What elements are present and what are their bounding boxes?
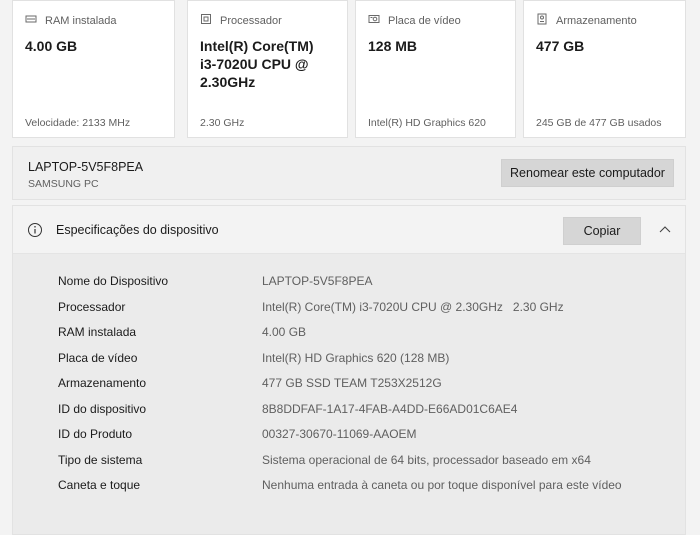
- card-subtext: Intel(R) HD Graphics 620: [368, 117, 486, 129]
- card-value-line: Intel(R) Core(TM): [200, 38, 314, 54]
- storage-card: Armazenamento 477 GB 245 GB de 477 GB us…: [523, 0, 686, 138]
- copy-button[interactable]: Copiar: [563, 217, 641, 245]
- spec-key: RAM instalada: [58, 325, 137, 339]
- spec-value: Sistema operacional de 64 bits, processa…: [262, 452, 591, 467]
- card-subtext: 245 GB de 477 GB usados: [536, 117, 662, 129]
- graphics-card: Placa de vídeo 128 MB Intel(R) HD Graphi…: [355, 0, 516, 138]
- spec-value: Intel(R) HD Graphics 620 (128 MB): [262, 350, 450, 365]
- processor-card: Processador Intel(R) Core(TM) i3-7020U C…: [187, 0, 348, 138]
- spec-value: 477 GB SSD TEAM T253X2512G: [262, 376, 442, 390]
- spec-key: Caneta e toque: [58, 478, 141, 492]
- info-icon: [27, 222, 43, 238]
- card-value-line: 4.00 GB: [25, 38, 78, 54]
- card-subtext: 2.30 GHz: [200, 117, 245, 129]
- ram-icon: [25, 13, 37, 28]
- card-label: Placa de vídeo: [388, 14, 461, 27]
- spec-value: 8B8DDFAF-1A17-4FAB-A4DD-E66AD01C6AE4: [262, 401, 518, 416]
- spec-key: ID do Produto: [58, 427, 133, 441]
- card-value-line: 477 GB: [536, 38, 585, 54]
- computer-name: LAPTOP-5V5F8PEA: [28, 160, 144, 174]
- storage-icon: [536, 13, 548, 28]
- graphics-card-icon: [368, 13, 380, 28]
- card-label: Processador: [220, 14, 282, 27]
- card-value-line: 2.30GHz: [200, 74, 256, 90]
- card-label: Armazenamento: [556, 14, 637, 27]
- card-value: 4.00 GB: [25, 37, 77, 55]
- computer-name-bar: LAPTOP-5V5F8PEA SAMSUNG PC Renomear este…: [12, 146, 686, 200]
- spec-key: Tipo de sistema: [58, 452, 143, 467]
- chevron-up-icon[interactable]: [658, 223, 672, 235]
- processor-icon: [200, 13, 212, 28]
- spec-value: 4.00 GB: [262, 325, 307, 339]
- spec-key: Nome do Dispositivo: [58, 274, 169, 288]
- card-value: Intel(R) Core(TM) i3-7020U CPU @ 2.30GHz: [200, 37, 314, 91]
- spec-value: Intel(R) Core(TM) i3-7020U CPU @ 2.30GHz…: [262, 299, 564, 314]
- spec-key: Processador: [58, 299, 126, 314]
- card-value-line: i3-7020U CPU @: [200, 56, 309, 72]
- spec-key: Placa de vídeo: [58, 350, 138, 365]
- spec-key: Armazenamento: [58, 376, 147, 390]
- card-value: 128 MB: [368, 37, 417, 55]
- computer-model: SAMSUNG PC: [28, 178, 99, 190]
- rename-computer-button[interactable]: Renomear este computador: [501, 159, 674, 187]
- card-label: RAM instalada: [45, 14, 117, 27]
- device-specifications-panel: Especificações do dispositivo Copiar Nom…: [12, 205, 686, 535]
- specifications-header[interactable]: Especificações do dispositivo Copiar: [13, 206, 685, 254]
- summary-cards: RAM instalada 4.00 GB Velocidade: 2133 M…: [12, 0, 686, 138]
- spec-key: ID do dispositivo: [58, 401, 147, 416]
- spec-value: 00327-30670-11069-AAOEM: [262, 427, 417, 441]
- card-value: 477 GB: [536, 37, 584, 55]
- spec-value: Nenhuma entrada à caneta ou por toque di…: [262, 478, 622, 492]
- card-value-line: 128 MB: [368, 38, 418, 54]
- specifications-title: Especificações do dispositivo: [56, 223, 219, 237]
- spec-value: LAPTOP-5V5F8PEA: [262, 274, 373, 288]
- card-subtext: Velocidade: 2133 MHz: [25, 117, 131, 129]
- ram-card: RAM instalada 4.00 GB Velocidade: 2133 M…: [12, 0, 175, 138]
